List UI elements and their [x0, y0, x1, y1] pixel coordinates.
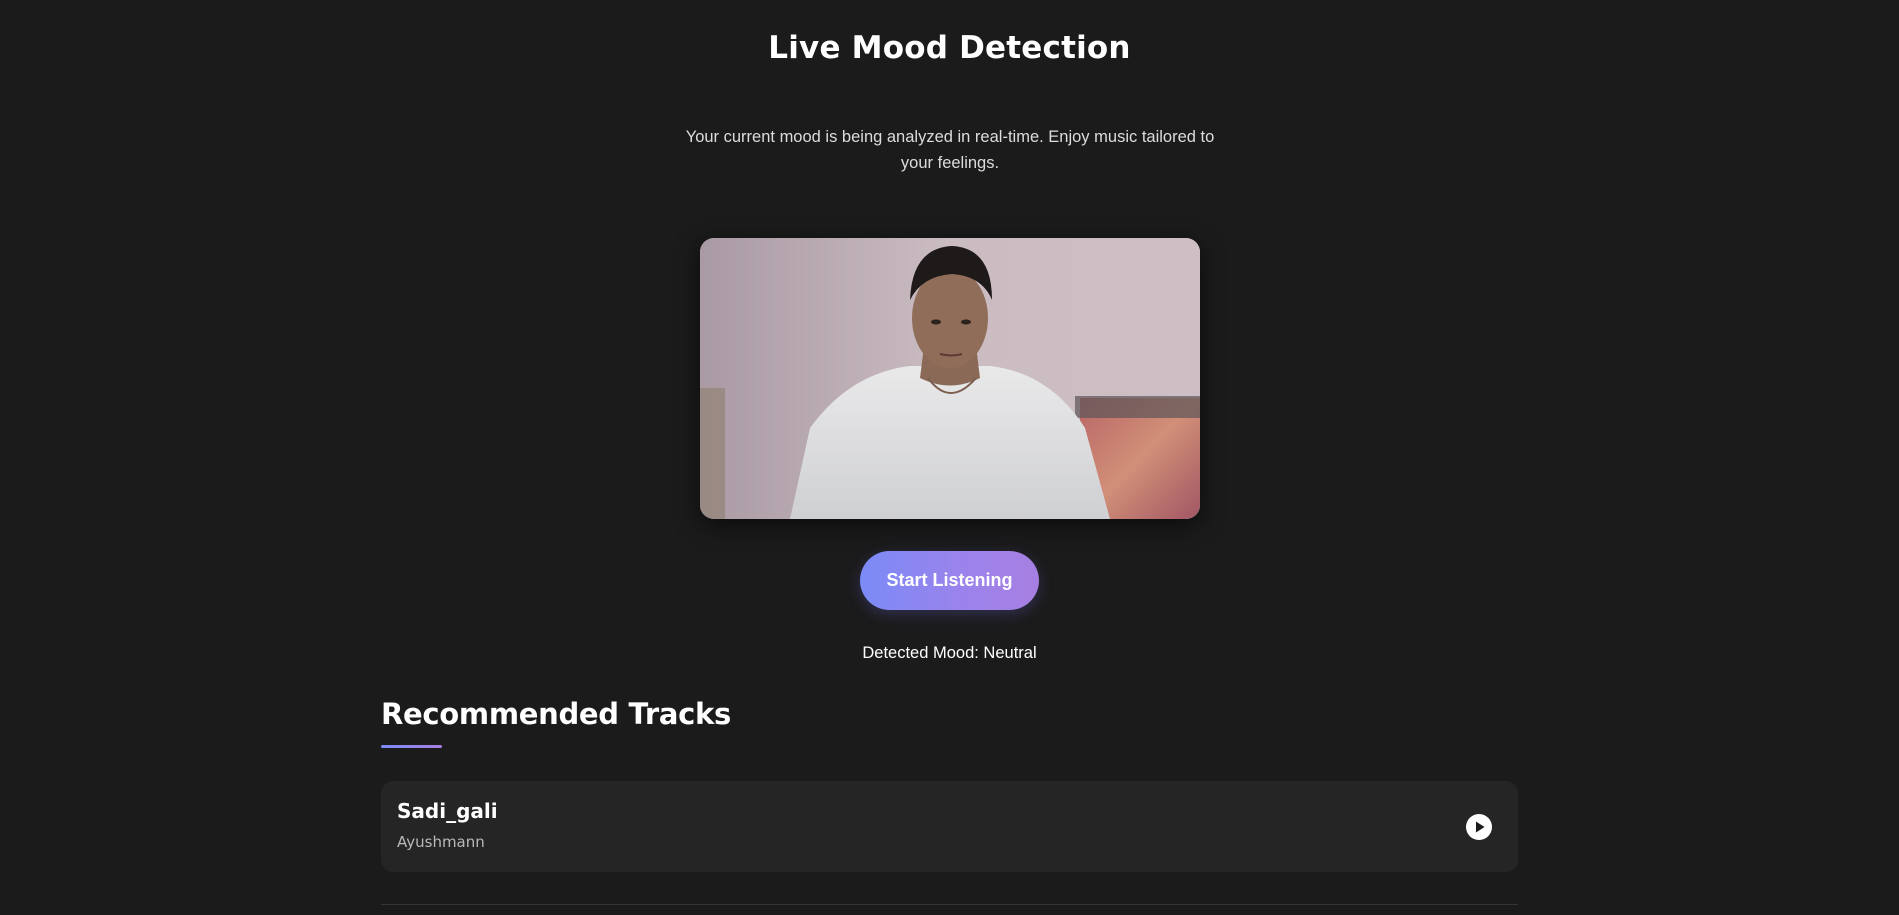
recommended-tracks-heading: Recommended Tracks	[381, 697, 731, 731]
detected-mood-label: Detected Mood: Neutral	[862, 644, 1037, 662]
start-listening-button[interactable]: Start Listening	[860, 551, 1039, 610]
play-button[interactable]	[1466, 814, 1492, 840]
page-subtitle: Your current mood is being analyzed in r…	[685, 128, 1215, 172]
list-divider	[381, 904, 1518, 905]
page-title: Live Mood Detection	[768, 30, 1131, 66]
track-artist: Ayushmann	[397, 833, 485, 851]
play-icon	[1476, 821, 1485, 833]
webcam-feed	[700, 238, 1200, 519]
track-title: Sadi_gali	[397, 799, 498, 823]
heading-underline	[381, 745, 442, 748]
track-card[interactable]: Sadi_gali Ayushmann	[381, 781, 1518, 872]
webcam-person-illustration	[700, 238, 1200, 519]
